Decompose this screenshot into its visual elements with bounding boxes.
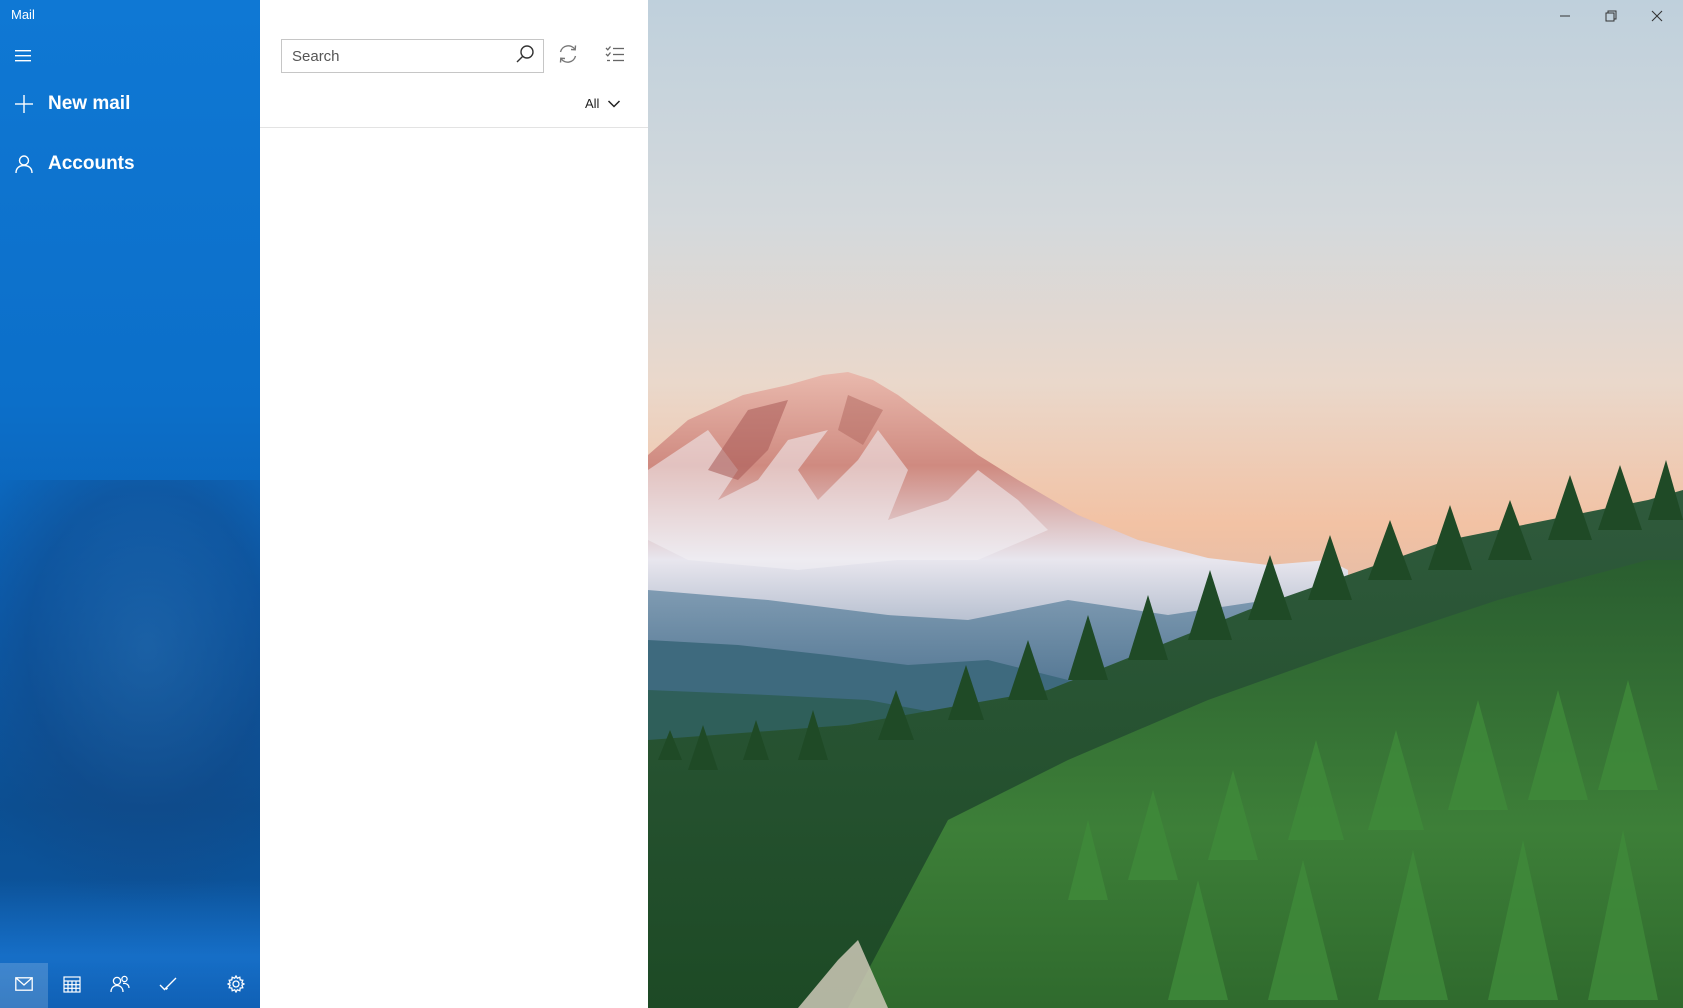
- app-switcher-bar: [0, 963, 260, 1008]
- search-box: [281, 39, 544, 73]
- filter-dropdown[interactable]: All: [585, 94, 621, 113]
- accounts-button[interactable]: Accounts: [0, 140, 260, 188]
- todo-switch-button[interactable]: [144, 963, 192, 1008]
- nav-background-art: [0, 480, 260, 900]
- close-button[interactable]: [1634, 0, 1680, 32]
- new-mail-button[interactable]: New mail: [0, 80, 260, 128]
- calendar-switch-button[interactable]: [48, 963, 96, 1008]
- message-list-pane: All: [260, 0, 648, 1008]
- search-icon: [515, 44, 535, 68]
- people-switch-button[interactable]: [96, 963, 144, 1008]
- reading-pane: [648, 0, 1683, 1008]
- people-icon: [110, 975, 130, 997]
- search-button[interactable]: [507, 40, 543, 72]
- close-icon: [1651, 7, 1663, 26]
- mountain-wallpaper-image: [648, 0, 1683, 1008]
- new-mail-label: New mail: [48, 93, 131, 114]
- sync-icon: [557, 43, 579, 69]
- restore-button[interactable]: [1588, 0, 1634, 32]
- restore-icon: [1605, 7, 1617, 26]
- person-icon: [0, 154, 48, 174]
- mail-switch-button[interactable]: [0, 963, 48, 1008]
- plus-icon: [0, 94, 48, 114]
- filter-selected-label: All: [585, 96, 600, 111]
- calendar-icon: [63, 975, 81, 997]
- search-input[interactable]: [282, 40, 507, 72]
- accounts-label: Accounts: [48, 153, 135, 174]
- list-divider: [260, 127, 648, 128]
- checkmark-icon: [159, 976, 177, 996]
- app-title: Mail: [11, 7, 35, 22]
- gear-icon: [226, 974, 246, 997]
- sync-button[interactable]: [550, 39, 586, 73]
- minimize-button[interactable]: [1542, 0, 1588, 32]
- settings-button[interactable]: [212, 963, 260, 1008]
- selection-mode-button[interactable]: [597, 39, 633, 73]
- checklist-icon: [605, 45, 625, 67]
- minimize-icon: [1559, 7, 1571, 26]
- hamburger-icon[interactable]: [12, 44, 36, 68]
- mail-icon: [15, 976, 33, 995]
- navigation-pane: Mail New mail Accounts: [0, 0, 260, 1008]
- chevron-down-icon: [607, 94, 621, 113]
